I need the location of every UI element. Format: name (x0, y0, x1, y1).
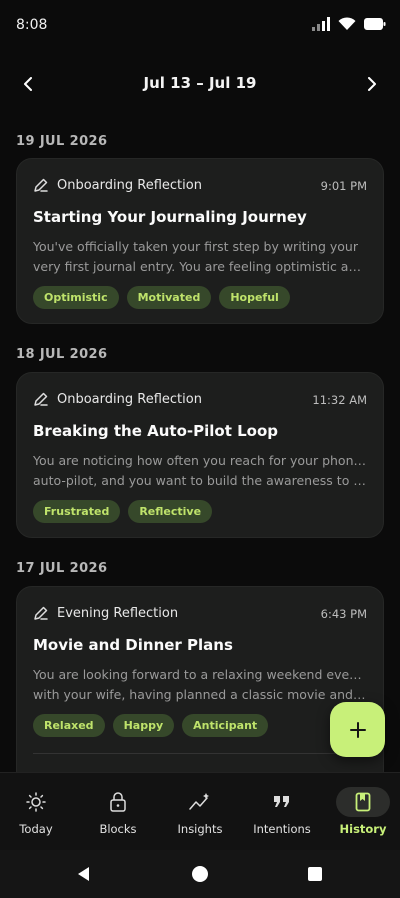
journal-entry-card[interactable]: Evening Reflection 6:43 PM Movie and Din… (16, 586, 384, 772)
date-header: 19 JUL 2026 (16, 134, 108, 149)
mood-tag: Reflective (128, 500, 213, 523)
nav-item-insights[interactable]: Insights (160, 773, 240, 851)
mood-tag: Happy (112, 714, 175, 737)
entry-type: Onboarding Reflection (57, 392, 202, 407)
nav-item-intentions[interactable]: Intentions (242, 773, 322, 851)
chevron-right-icon (368, 77, 376, 91)
entry-title: Breaking the Auto-Pilot Loop (33, 422, 278, 440)
nav-item-today[interactable]: Today (0, 773, 76, 851)
nav-label: Today (19, 822, 53, 836)
entry-time: 6:43 PM (320, 607, 367, 621)
mood-tags: Relaxed Happy Anticipant (33, 714, 269, 737)
next-week-button[interactable] (358, 70, 386, 98)
pen-icon (34, 392, 48, 406)
entry-summary-line: You are looking forward to a relaxing we… (33, 667, 367, 682)
status-bar: 8:08 (0, 0, 400, 50)
card-header: Onboarding Reflection 11:32 AM (33, 391, 367, 409)
status-icons (312, 17, 386, 31)
nav-icon-container (9, 787, 63, 817)
mood-tag: Optimistic (33, 286, 119, 309)
entry-summary-line: auto-pilot, and you want to build the aw… (33, 473, 367, 488)
nav-icon-container (91, 787, 145, 817)
system-back-button[interactable] (74, 864, 94, 884)
battery-icon (364, 18, 386, 30)
entry-summary: You've officially taken your first step … (33, 237, 367, 277)
card-header: Onboarding Reflection 9:01 PM (33, 177, 367, 195)
entry-summary-line: very first journal entry. You are feelin… (33, 259, 367, 274)
nav-icon-container (336, 787, 390, 817)
entry-summary-line: You are noticing how often you reach for… (33, 453, 367, 468)
nav-label: History (339, 822, 387, 836)
bottom-navigation: Today Blocks Insights Intentions History (0, 772, 400, 850)
entry-summary-line: You've officially taken your first step … (33, 239, 358, 254)
plus-icon (349, 721, 366, 738)
pen-icon (34, 178, 48, 192)
entry-summary: You are looking forward to a relaxing we… (33, 665, 367, 705)
signal-icon (312, 17, 330, 31)
system-home-button[interactable] (190, 864, 210, 884)
entry-type: Evening Reflection (57, 606, 179, 621)
book-icon (355, 792, 371, 812)
entry-summary: You are noticing how often you reach for… (33, 451, 367, 491)
date-header: 18 JUL 2026 (16, 347, 108, 362)
entry-time: 11:32 AM (312, 393, 367, 407)
home-circle-icon (192, 866, 208, 882)
lock-icon (110, 792, 126, 812)
mood-tags: Optimistic Motivated Hopeful (33, 286, 290, 309)
mood-tag: Frustrated (33, 500, 121, 523)
back-triangle-icon (78, 867, 89, 881)
card-header: Evening Reflection 6:43 PM (33, 605, 367, 623)
week-navigation: Jul 13 – Jul 19 (0, 66, 400, 102)
card-divider (33, 753, 367, 754)
date-header: 17 JUL 2026 (16, 561, 108, 576)
mood-tag: Motivated (126, 286, 212, 309)
nav-icon-container (173, 787, 227, 817)
status-time: 8:08 (16, 17, 48, 33)
nav-item-blocks[interactable]: Blocks (78, 773, 158, 851)
nav-icon-container (255, 787, 309, 817)
history-feed[interactable]: 19 JUL 2026 Onboarding Reflection 9:01 P… (0, 120, 400, 772)
wifi-icon (338, 17, 356, 30)
mood-tags: Frustrated Reflective (33, 500, 213, 523)
system-navigation-bar (0, 850, 400, 898)
recents-square-icon (308, 867, 322, 881)
nav-label: Blocks (99, 822, 137, 836)
nav-label: Intentions (253, 822, 311, 836)
entry-time: 9:01 PM (320, 179, 367, 193)
entry-title: Starting Your Journaling Journey (33, 208, 307, 226)
quote-icon (274, 796, 289, 807)
nav-label: Insights (177, 822, 223, 836)
mood-tag: Hopeful (219, 286, 290, 309)
entry-title: Movie and Dinner Plans (33, 636, 233, 654)
pen-icon (34, 606, 48, 620)
entry-summary-line: with your wife, having planned a classic… (33, 687, 367, 702)
entry-type: Onboarding Reflection (57, 178, 202, 193)
add-entry-button[interactable] (330, 702, 385, 757)
mood-tag: Relaxed (33, 714, 105, 737)
journal-entry-card[interactable]: Onboarding Reflection 11:32 AM Breaking … (16, 372, 384, 538)
mood-tag: Anticipant (182, 714, 269, 737)
nav-item-history[interactable]: History (323, 773, 400, 851)
week-range-label: Jul 13 – Jul 19 (143, 74, 257, 92)
journal-entry-card[interactable]: Onboarding Reflection 9:01 PM Starting Y… (16, 158, 384, 324)
system-recents-button[interactable] (305, 864, 325, 884)
trend-sparkle-icon (189, 793, 209, 810)
sun-icon (26, 792, 46, 812)
